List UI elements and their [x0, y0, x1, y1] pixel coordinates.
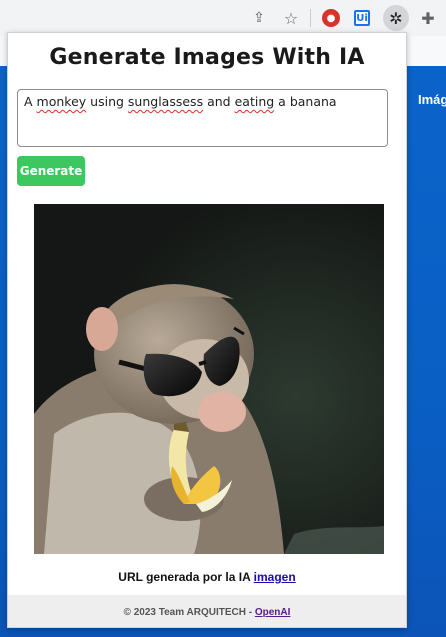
prompt-word: eating [234, 94, 275, 109]
prompt-word: a [278, 94, 286, 109]
share-icon[interactable]: ⇪ [248, 7, 270, 29]
shield-extension-icon[interactable]: ● [322, 9, 340, 27]
generated-image [34, 204, 384, 554]
puzzle-extensions-icon[interactable]: ✚ [417, 7, 439, 29]
background-page-text: Imág [418, 92, 446, 107]
popup-footer: © 2023 Team ARQUITECH - OpenAI [8, 595, 406, 627]
toolbar-divider [310, 9, 311, 27]
footer-copyright: © 2023 Team ARQUITECH - [123, 606, 253, 618]
star-icon[interactable]: ☆ [280, 7, 302, 29]
prompt-word: monkey [36, 94, 87, 109]
openai-link[interactable]: OpenAI [255, 607, 291, 618]
generated-image-art [34, 204, 384, 554]
url-label: URL generada por la IA [118, 570, 251, 584]
prompt-word: sunglassess [127, 94, 204, 109]
extension-popup: Generate Images With IA A monkey using s… [7, 32, 407, 628]
url-line: URL generada por la IA imagen [8, 570, 406, 584]
image-link[interactable]: imagen [254, 570, 296, 584]
prompt-word: and [207, 94, 231, 109]
prompt-word: banana [289, 94, 337, 109]
browser-toolbar: ⇪ ☆ ● Ui ✲ ✚ [0, 0, 446, 36]
prompt-word: A [24, 94, 33, 109]
popup-title: Generate Images With IA [49, 45, 365, 70]
uipath-extension-icon[interactable]: Ui [354, 10, 370, 26]
prompt-textarea[interactable]: A monkey using sunglassess and eating a … [17, 89, 388, 147]
generate-button[interactable]: Generate [17, 156, 85, 186]
prompt-word: using [90, 94, 124, 109]
openai-extension-icon[interactable]: ✲ [383, 5, 409, 31]
